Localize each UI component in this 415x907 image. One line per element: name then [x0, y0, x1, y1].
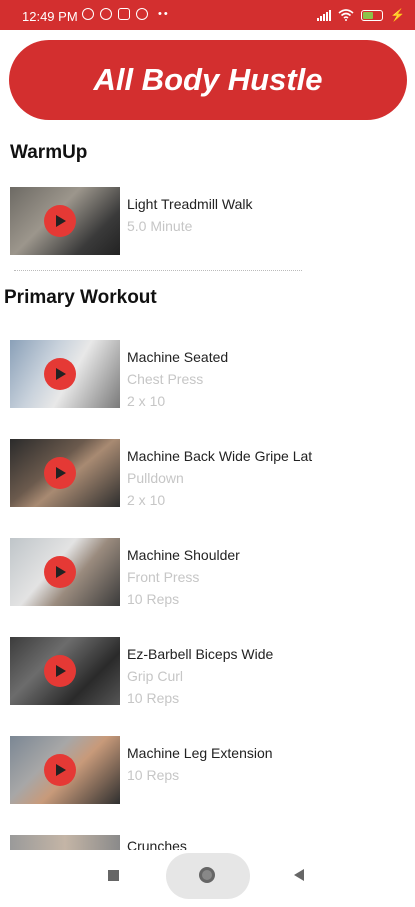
status-time: 12:49 PM — [22, 9, 78, 24]
home-circle-icon[interactable] — [199, 867, 215, 883]
play-icon[interactable] — [44, 358, 76, 390]
exercise-sets: 2 x 10 — [127, 492, 166, 508]
exercise-subtitle: Chest Press — [127, 371, 204, 387]
exercise-sets: 2 x 10 — [127, 393, 166, 409]
app-notification-icon — [118, 8, 130, 20]
status-bar: 12:49 PM •• ⚡ — [0, 0, 415, 30]
section-divider — [14, 270, 302, 271]
recents-square-icon[interactable] — [108, 870, 119, 881]
play-icon[interactable] — [44, 754, 76, 786]
wifi-icon — [338, 9, 354, 21]
exercise-thumbnail[interactable] — [10, 736, 120, 804]
exercise-name: Light Treadmill Walk — [127, 196, 253, 212]
exercise-name: Ez-Barbell Biceps Wide — [127, 646, 274, 662]
exercise-thumbnail[interactable] — [10, 637, 120, 705]
exercise-subtitle: Pulldown — [127, 470, 184, 486]
exercise-reps: 10 Reps — [127, 767, 180, 783]
exercise-thumbnail[interactable] — [10, 835, 120, 850]
alarm-icon — [82, 8, 94, 20]
play-icon[interactable] — [44, 655, 76, 687]
exercise-thumbnail[interactable] — [10, 538, 120, 606]
exercise-item-shoulder-press[interactable]: Machine Shoulder Front Press 10 Reps — [10, 538, 410, 610]
more-notifications-icon: •• — [158, 8, 170, 20]
exercise-item-leg-extension[interactable]: Machine Leg Extension 10 Reps — [10, 736, 410, 808]
signal-icon — [317, 9, 332, 21]
exercise-name: Machine Leg Extension — [127, 745, 273, 761]
exercise-item-seated-chest-press[interactable]: Machine Seated Chest Press 2 x 10 — [10, 340, 410, 412]
app-title: All Body Hustle — [93, 62, 323, 97]
youtube-icon — [136, 8, 148, 20]
exercise-thumbnail[interactable] — [10, 187, 120, 255]
exercise-subtitle: Grip Curl — [127, 668, 184, 684]
notification-icons: •• — [82, 8, 170, 20]
charging-icon: ⚡ — [390, 8, 405, 22]
play-icon[interactable] — [44, 556, 76, 588]
system-navigation-bar — [0, 850, 415, 900]
app-title-banner: All Body Hustle — [9, 40, 407, 120]
system-icons: ⚡ — [317, 8, 405, 22]
exercise-item-lat-pulldown[interactable]: Machine Back Wide Gripe Lat Pulldown 2 x… — [10, 439, 410, 511]
section-title-primary: Primary Workout — [4, 287, 157, 308]
section-title-warmup: WarmUp — [10, 142, 88, 163]
exercise-thumbnail[interactable] — [10, 340, 120, 408]
exercise-thumbnail[interactable] — [10, 439, 120, 507]
back-triangle-icon[interactable] — [294, 869, 304, 881]
exercise-reps: 10 Reps — [127, 690, 180, 706]
exercise-reps: 10 Reps — [127, 591, 180, 607]
exercise-name: Machine Shoulder — [127, 547, 240, 563]
play-icon[interactable] — [44, 457, 76, 489]
exercise-name: Machine Seated — [127, 349, 229, 365]
battery-icon — [361, 9, 384, 21]
exercise-item-treadmill[interactable]: Light Treadmill Walk 5.0 Minute — [10, 187, 410, 259]
exercise-name: Machine Back Wide Gripe Lat — [127, 448, 313, 464]
exercise-duration: 5.0 Minute — [127, 218, 193, 234]
play-icon[interactable] — [44, 205, 76, 237]
whatsapp-icon — [100, 8, 112, 20]
exercise-item-biceps-curl[interactable]: Ez-Barbell Biceps Wide Grip Curl 10 Reps — [10, 637, 410, 709]
exercise-subtitle: Front Press — [127, 569, 200, 585]
